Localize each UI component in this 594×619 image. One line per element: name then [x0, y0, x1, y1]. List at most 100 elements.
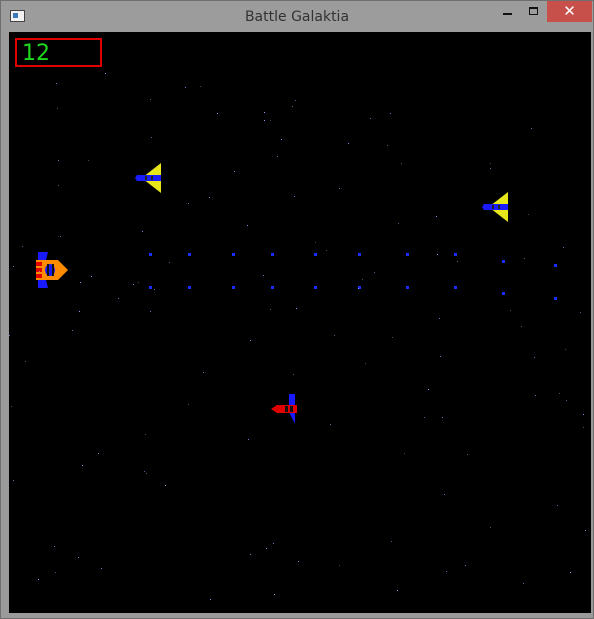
star	[339, 188, 340, 189]
star	[188, 404, 189, 405]
star	[293, 374, 294, 375]
star	[105, 73, 106, 74]
star	[390, 113, 391, 114]
star	[365, 363, 366, 364]
bullet	[554, 297, 557, 300]
star	[339, 565, 340, 566]
score-box: 12	[15, 38, 102, 67]
close-icon: ✕	[563, 2, 576, 20]
star	[234, 171, 235, 172]
star	[39, 271, 40, 272]
star	[263, 275, 264, 276]
star	[358, 288, 359, 289]
star	[250, 554, 251, 555]
star	[510, 310, 511, 311]
star	[154, 289, 155, 290]
star	[446, 571, 447, 572]
star	[101, 568, 102, 569]
star	[72, 330, 73, 331]
star	[524, 258, 525, 259]
star	[585, 530, 586, 531]
bullet	[502, 292, 505, 295]
star	[490, 527, 491, 528]
game-window: Battle Galaktia ✕ 12	[0, 0, 594, 619]
star	[91, 276, 92, 277]
bullet	[188, 253, 191, 256]
star	[264, 120, 265, 121]
star	[277, 156, 278, 157]
star	[165, 485, 166, 486]
star	[151, 137, 152, 138]
star	[374, 272, 375, 273]
bullet	[232, 253, 235, 256]
star	[404, 453, 405, 454]
game-canvas[interactable]: 12	[9, 32, 591, 613]
star	[315, 242, 316, 243]
star	[274, 594, 275, 595]
star	[298, 561, 299, 562]
bullet	[406, 253, 409, 256]
star	[442, 417, 443, 418]
star	[398, 223, 399, 224]
star	[264, 112, 265, 113]
star	[270, 309, 271, 310]
star	[270, 120, 271, 121]
star	[133, 284, 134, 285]
star	[54, 546, 55, 547]
star	[535, 395, 536, 396]
star	[138, 282, 139, 283]
bullet	[454, 286, 457, 289]
star	[523, 583, 524, 584]
maximize-icon	[529, 7, 538, 15]
star	[362, 279, 363, 280]
star	[79, 311, 80, 312]
star	[528, 214, 529, 215]
star	[82, 465, 83, 466]
star	[78, 557, 79, 558]
star	[247, 225, 248, 226]
star	[334, 335, 335, 336]
star	[57, 108, 58, 109]
close-button[interactable]: ✕	[547, 1, 592, 22]
star	[58, 160, 59, 161]
star	[118, 298, 119, 299]
minimize-icon	[503, 13, 512, 15]
star	[559, 393, 560, 394]
bullet	[314, 253, 317, 256]
star	[295, 100, 296, 101]
star	[531, 128, 532, 129]
maximize-button[interactable]	[521, 1, 547, 22]
star	[88, 160, 89, 161]
star	[563, 247, 564, 248]
bullet	[358, 253, 361, 256]
minimize-button[interactable]	[495, 1, 521, 22]
star	[565, 349, 566, 350]
star	[281, 139, 282, 140]
star	[80, 282, 81, 283]
star	[146, 473, 147, 474]
star	[209, 197, 210, 198]
player-ship-icon	[36, 252, 68, 288]
star	[440, 356, 441, 357]
score-value: 12	[22, 41, 50, 66]
bullet	[271, 253, 274, 256]
star	[557, 505, 558, 506]
star	[296, 308, 297, 309]
star	[294, 196, 295, 197]
star	[397, 590, 398, 591]
star	[437, 254, 438, 255]
star	[188, 203, 189, 204]
star	[326, 250, 327, 251]
bullet	[554, 264, 557, 267]
star	[203, 372, 204, 373]
star	[292, 106, 293, 107]
bullet	[454, 253, 457, 256]
bullet	[232, 286, 235, 289]
star	[144, 471, 145, 472]
title-bar[interactable]: Battle Galaktia ✕	[1, 1, 593, 32]
bullet	[271, 286, 274, 289]
star	[583, 427, 584, 428]
star	[570, 572, 571, 573]
star	[55, 572, 56, 573]
star	[210, 599, 211, 600]
